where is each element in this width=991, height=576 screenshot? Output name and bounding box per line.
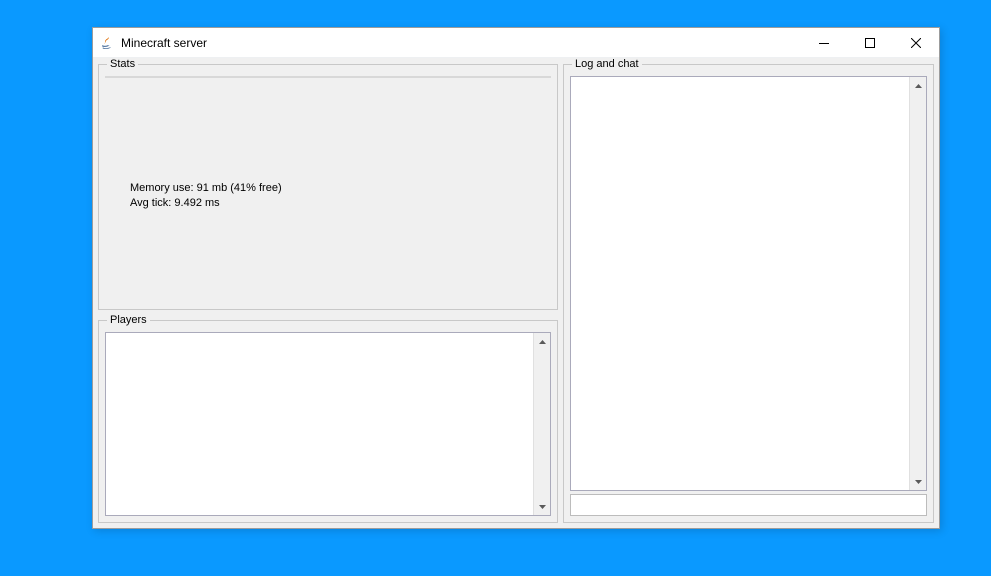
scroll-down-icon[interactable] — [534, 498, 550, 515]
left-column: Stats Memory use: 91 mb (41% free) Avg t… — [98, 58, 558, 523]
maximize-button[interactable] — [847, 28, 893, 57]
players-legend: Players — [107, 314, 150, 326]
log-container — [570, 76, 927, 491]
close-button[interactable] — [893, 28, 939, 57]
window-controls — [801, 28, 939, 57]
log-panel: Log and chat — [563, 58, 934, 523]
scroll-up-icon[interactable] — [534, 333, 550, 350]
stats-text: Memory use: 91 mb (41% free) Avg tick: 9… — [130, 181, 282, 211]
command-input[interactable] — [570, 494, 927, 516]
players-scrollbar[interactable] — [533, 333, 550, 515]
log-text-area[interactable] — [571, 77, 909, 490]
command-input-wrap — [570, 494, 927, 516]
players-list-container — [105, 332, 551, 516]
log-legend: Log and chat — [572, 58, 642, 70]
avg-tick-label: Avg tick: 9.492 ms — [130, 196, 282, 211]
log-scrollbar[interactable] — [909, 77, 926, 490]
title-bar[interactable]: Minecraft server — [93, 28, 939, 58]
right-column: Log and chat — [563, 58, 934, 523]
java-icon — [99, 35, 115, 51]
client-area: Stats Memory use: 91 mb (41% free) Avg t… — [93, 58, 939, 528]
window-title: Minecraft server — [121, 36, 801, 50]
stats-panel: Stats Memory use: 91 mb (41% free) Avg t… — [98, 58, 558, 310]
players-panel: Players — [98, 314, 558, 523]
scroll-up-icon[interactable] — [910, 77, 926, 94]
players-list[interactable] — [106, 333, 533, 515]
stats-legend: Stats — [107, 58, 138, 70]
minimize-button[interactable] — [801, 28, 847, 57]
scroll-down-icon[interactable] — [910, 473, 926, 490]
memory-usage-label: Memory use: 91 mb (41% free) — [130, 181, 282, 196]
stats-content: Memory use: 91 mb (41% free) Avg tick: 9… — [105, 76, 551, 78]
app-window: Minecraft server Stats Memory use: 91 mb… — [92, 27, 940, 529]
